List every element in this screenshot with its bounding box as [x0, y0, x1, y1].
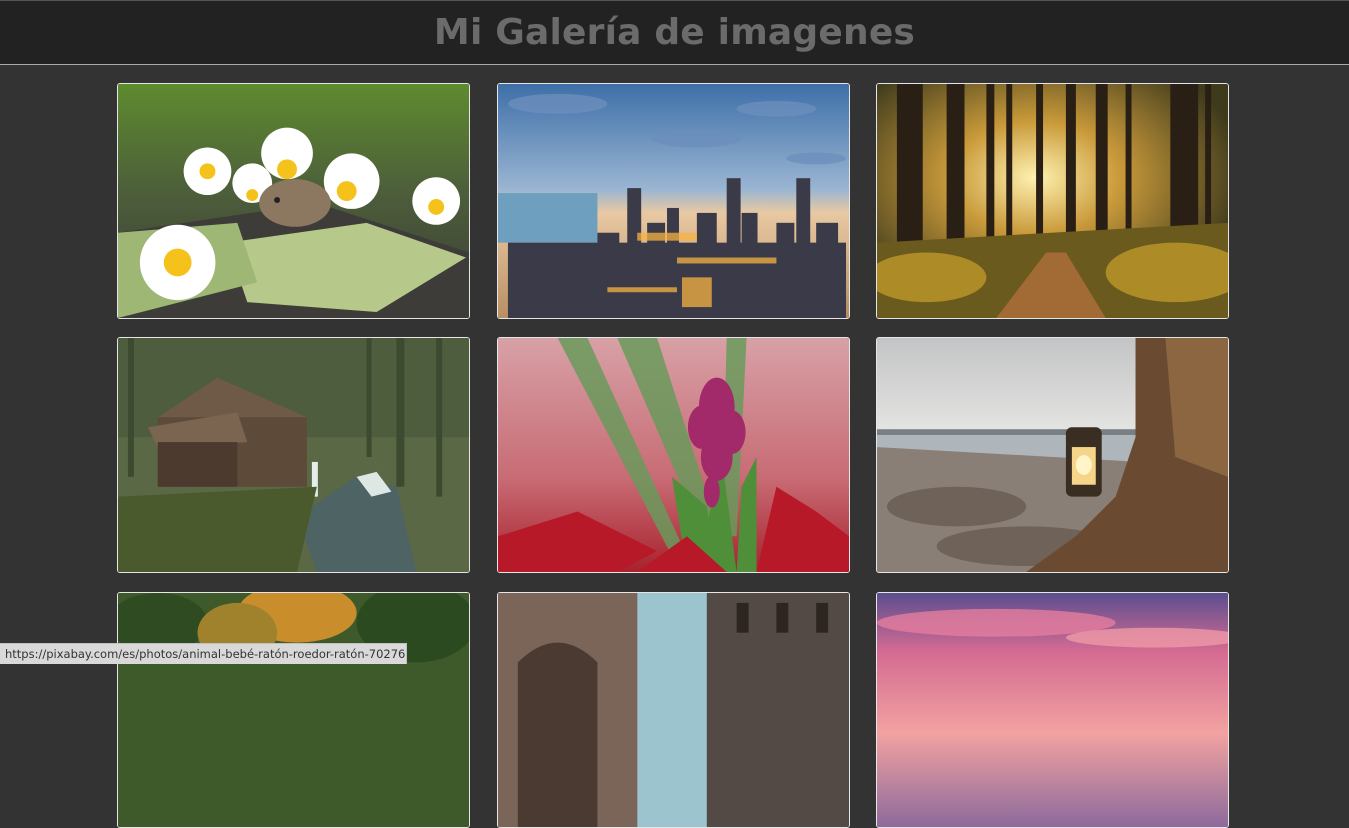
gallery-image-city-skyline[interactable] — [497, 83, 850, 319]
image-mouse-daisies — [118, 84, 469, 318]
gallery-image-hyacinth[interactable] — [497, 337, 850, 573]
image-old-town-street — [498, 593, 849, 827]
image-pink-sunset — [877, 593, 1228, 827]
page-title: Mi Galería de imagenes — [433, 12, 916, 53]
gallery-image-lantern-beach[interactable] — [876, 337, 1229, 573]
page-header: Mi Galería de imagenes — [0, 0, 1349, 65]
gallery-image-wooden-mill[interactable] — [117, 337, 470, 573]
gallery-image-pink-sunset[interactable] — [876, 592, 1229, 828]
gallery-image-old-town-street[interactable] — [497, 592, 850, 828]
image-autumn-forest — [118, 593, 469, 827]
gallery-image-mouse-daisies[interactable] — [117, 83, 470, 319]
image-sunlit-forest — [877, 84, 1228, 318]
gallery-image-sunlit-forest[interactable] — [876, 83, 1229, 319]
status-bar-link-preview: https://pixabay.com/es/photos/animal-beb… — [0, 643, 407, 664]
image-lantern-beach — [877, 338, 1228, 572]
image-hyacinth — [498, 338, 849, 572]
image-city-skyline — [498, 84, 849, 318]
image-wooden-mill — [118, 338, 469, 572]
gallery-image-autumn-forest[interactable] — [117, 592, 470, 828]
